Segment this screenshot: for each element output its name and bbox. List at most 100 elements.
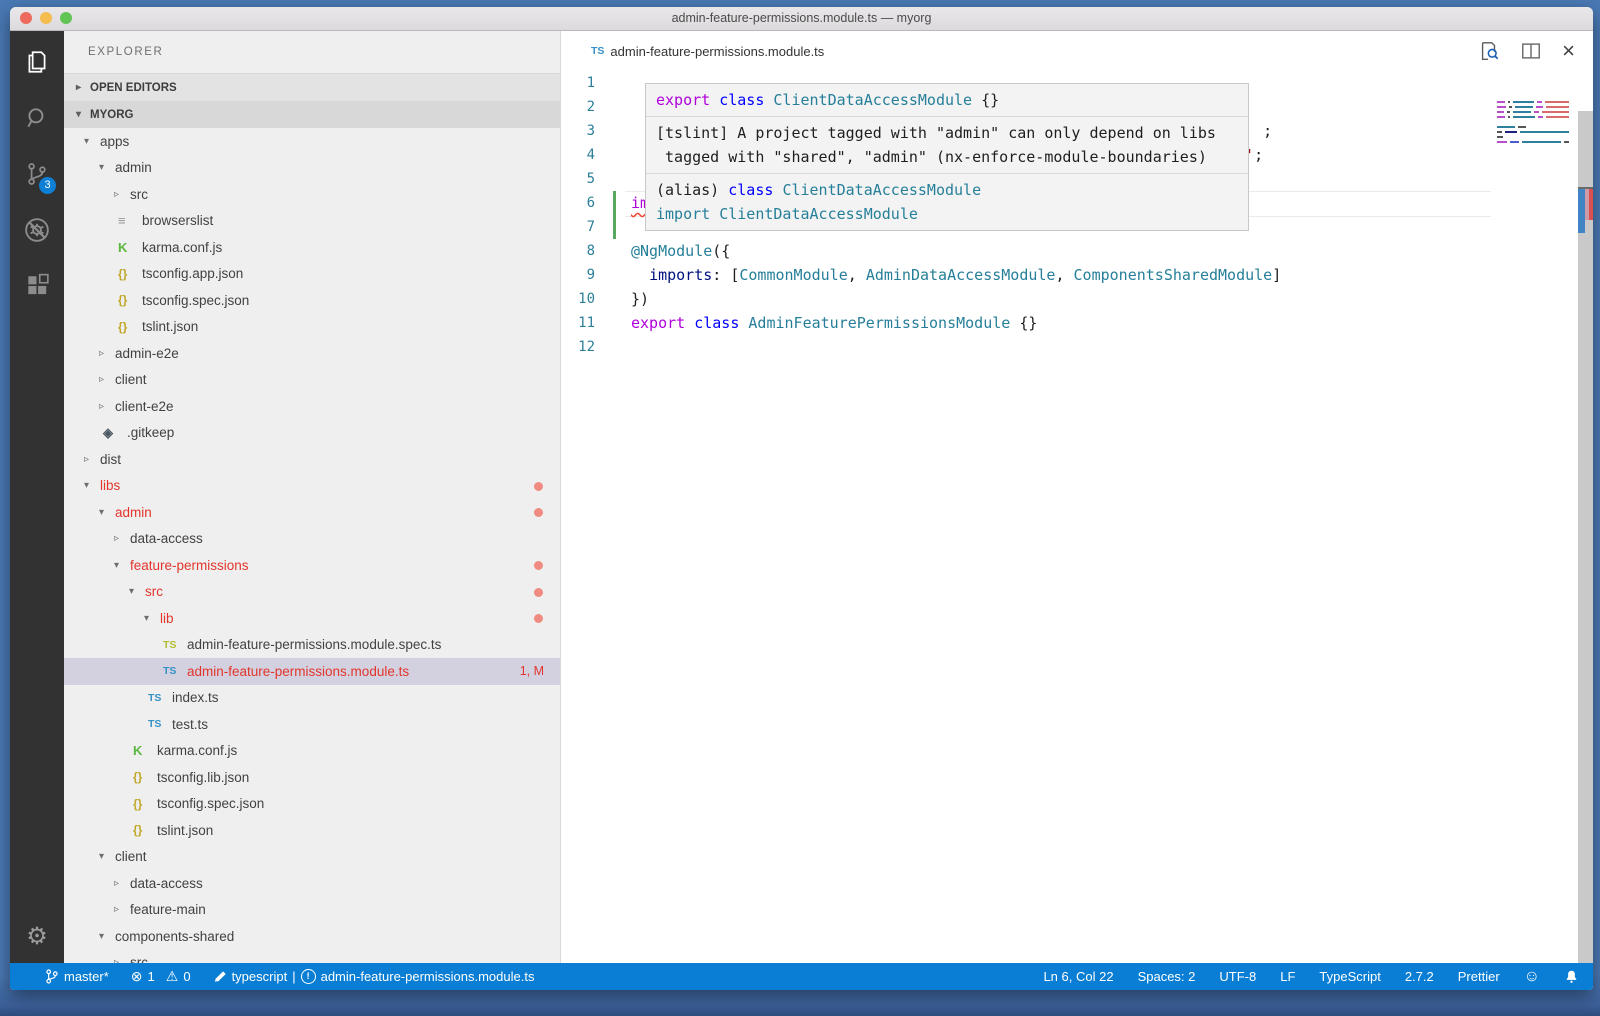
status-item-utf-8[interactable]: UTF-8 xyxy=(1219,969,1256,984)
chevron-right-icon: ▹ xyxy=(84,454,100,465)
status-item-spaces-2[interactable]: Spaces: 2 xyxy=(1138,969,1196,984)
status-item-lf[interactable]: LF xyxy=(1280,969,1295,984)
modified-gutter-bar xyxy=(613,215,616,239)
tree-item-label: feature-permissions xyxy=(130,558,249,573)
code-token: AdminDataAccessModule xyxy=(866,266,1056,284)
code-line-11[interactable]: 11export class AdminFeaturePermissionsMo… xyxy=(561,311,1593,335)
source-control-icon[interactable]: 3 xyxy=(10,151,64,197)
line-number: 9 xyxy=(561,263,595,287)
extensions-icon[interactable] xyxy=(10,263,64,309)
tree-item-label: admin-feature-permissions.module.spec.ts xyxy=(187,637,441,652)
tree-item-client-e2e[interactable]: ▹client-e2e xyxy=(64,393,560,420)
modified-dot xyxy=(534,482,543,491)
code-area[interactable]: 123 ;4 ';56import { ClientDataAccessModu… xyxy=(561,71,1593,963)
workspace-root-section[interactable]: ▾ MYORG xyxy=(64,101,560,128)
tree-item-test.ts[interactable]: TStest.ts xyxy=(64,711,560,738)
tree-item-label: test.ts xyxy=(172,717,208,732)
file-icon-json: {} xyxy=(118,320,142,334)
line-number: 8 xyxy=(561,239,595,263)
file-icon-json: {} xyxy=(133,823,157,837)
file-icon-json: {} xyxy=(133,797,157,811)
modified-dot xyxy=(534,561,543,570)
code-token: ; xyxy=(1254,146,1263,164)
chevron-right-icon: ▹ xyxy=(114,957,130,963)
status-item-typescript[interactable]: TypeScript xyxy=(1319,969,1380,984)
tree-item-index.ts[interactable]: TSindex.ts xyxy=(64,685,560,712)
tree-item-client[interactable]: ▾client xyxy=(64,844,560,871)
git-branch-status[interactable]: master* xyxy=(44,968,109,985)
problems-status[interactable]: ⊗ 1 ⚠ 0 xyxy=(131,968,191,985)
tree-item-dist[interactable]: ▹dist xyxy=(64,446,560,473)
code-line-9[interactable]: 9 imports: [CommonModule, AdminDataAcces… xyxy=(561,263,1593,287)
tree-item-tsconfig.app.json[interactable]: {}tsconfig.app.json xyxy=(64,261,560,288)
feedback-smiley-icon[interactable]: ☺ xyxy=(1524,968,1540,986)
settings-gear-icon[interactable]: ⚙ xyxy=(10,922,64,951)
tree-item-label: client xyxy=(115,372,147,387)
code-line-12[interactable]: 12 xyxy=(561,335,1593,359)
line-number: 4 xyxy=(561,143,595,167)
tree-item-src[interactable]: ▾src xyxy=(64,579,560,606)
minimap[interactable] xyxy=(1497,101,1569,146)
overview-ruler[interactable] xyxy=(1578,111,1593,963)
chevron-down-icon: ▾ xyxy=(84,136,100,147)
code-token: ] xyxy=(1272,266,1281,284)
code-token: CommonModule xyxy=(739,266,847,284)
hover-declaration: export class ClientDataAccessModule {} xyxy=(646,84,1248,116)
debug-icon[interactable] xyxy=(10,207,64,253)
tree-item-components-shared[interactable]: ▾components-shared xyxy=(64,923,560,950)
code-line-10[interactable]: 10}) xyxy=(561,287,1593,311)
tree-item-karma.conf.js[interactable]: Kkarma.conf.js xyxy=(64,738,560,765)
tree-item-admin[interactable]: ▾admin xyxy=(64,499,560,526)
tree-item-feature-permissions[interactable]: ▾feature-permissions xyxy=(64,552,560,579)
status-item-2-7-2[interactable]: 2.7.2 xyxy=(1405,969,1434,984)
hover-alias-info: (alias) class ClientDataAccessModuleimpo… xyxy=(646,173,1248,230)
explorer-icon[interactable] xyxy=(10,39,64,85)
open-editors-section[interactable]: ▸ OPEN EDITORS xyxy=(64,73,560,101)
code-token: @NgModule xyxy=(631,242,712,260)
split-editor-icon[interactable] xyxy=(1520,40,1542,62)
tree-item-tslint.json[interactable]: {}tslint.json xyxy=(64,817,560,844)
status-item-ln-6-col-22[interactable]: Ln 6, Col 22 xyxy=(1043,969,1113,984)
line-number: 1 xyxy=(561,71,595,95)
tree-item-tsconfig.spec.json[interactable]: {}tsconfig.spec.json xyxy=(64,791,560,818)
tree-item-.gitkeep[interactable]: ◈.gitkeep xyxy=(64,420,560,447)
status-item-prettier[interactable]: Prettier xyxy=(1458,969,1500,984)
notifications-bell-icon[interactable] xyxy=(1564,969,1579,985)
tree-item-feature-main[interactable]: ▹feature-main xyxy=(64,897,560,924)
tree-item-src[interactable]: ▹src xyxy=(64,950,560,964)
tree-item-client[interactable]: ▹client xyxy=(64,367,560,394)
linter-status[interactable]: typescript | ! admin-feature-permissions… xyxy=(213,969,535,984)
tree-item-data-access[interactable]: ▹data-access xyxy=(64,870,560,897)
tree-item-libs[interactable]: ▾libs xyxy=(64,473,560,500)
tree-item-admin-feature-permissions.module.spec.ts[interactable]: TSadmin-feature-permissions.module.spec.… xyxy=(64,632,560,659)
tree-item-data-access[interactable]: ▹data-access xyxy=(64,526,560,553)
tree-item-label: tsconfig.spec.json xyxy=(157,796,264,811)
code-token: , xyxy=(1055,266,1073,284)
line-number: 11 xyxy=(561,311,595,335)
tree-item-admin-feature-permissions.module.ts[interactable]: TSadmin-feature-permissions.module.ts1, … xyxy=(64,658,560,685)
tree-item-karma.conf.js[interactable]: Kkarma.conf.js xyxy=(64,234,560,261)
tree-item-label: karma.conf.js xyxy=(157,743,237,758)
search-icon[interactable] xyxy=(10,95,64,141)
open-preview-icon[interactable] xyxy=(1478,40,1500,62)
ruler-error-marker xyxy=(1589,189,1593,220)
window-title: admin-feature-permissions.module.ts — my… xyxy=(10,7,1593,30)
tree-item-admin[interactable]: ▾admin xyxy=(64,155,560,182)
chevron-down-icon: ▾ xyxy=(99,851,115,862)
code-token: imports xyxy=(649,266,712,284)
tree-item-src[interactable]: ▹src xyxy=(64,181,560,208)
tree-item-label: karma.conf.js xyxy=(142,240,222,255)
tree-item-lib[interactable]: ▾lib xyxy=(64,605,560,632)
tree-item-apps[interactable]: ▾apps xyxy=(64,128,560,155)
tree-item-tsconfig.spec.json[interactable]: {}tsconfig.spec.json xyxy=(64,287,560,314)
close-editor-icon[interactable]: × xyxy=(1562,40,1575,62)
pencil-icon xyxy=(213,970,227,984)
tree-item-tslint.json[interactable]: {}tslint.json xyxy=(64,314,560,341)
tree-item-admin-e2e[interactable]: ▹admin-e2e xyxy=(64,340,560,367)
code-line-8[interactable]: 8@NgModule({ xyxy=(561,239,1593,263)
editor-group: TS admin-feature-permissions.module.ts xyxy=(561,31,1593,963)
title-bar: admin-feature-permissions.module.ts — my… xyxy=(10,7,1593,31)
tree-item-browserslist[interactable]: ≡browserslist xyxy=(64,208,560,235)
tab-admin-feature-permissions[interactable]: TS admin-feature-permissions.module.ts xyxy=(561,31,824,71)
tree-item-tsconfig.lib.json[interactable]: {}tsconfig.lib.json xyxy=(64,764,560,791)
